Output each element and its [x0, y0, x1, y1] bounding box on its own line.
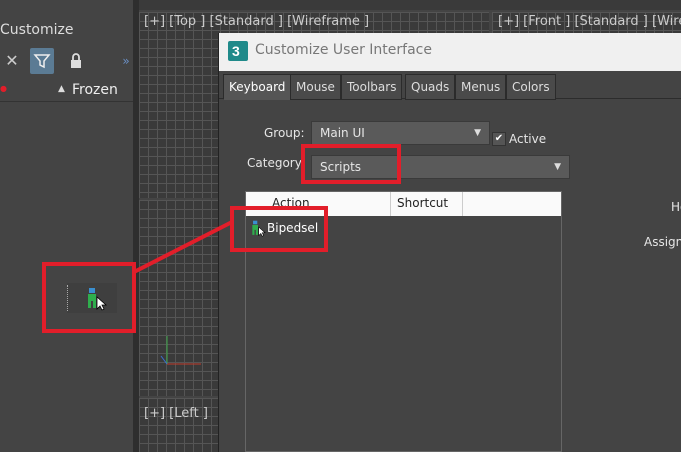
left-viewport-label[interactable]: [+] [Left ]	[144, 406, 208, 421]
panel-toolbar: ✕ »	[0, 48, 137, 76]
chevron-down-icon: ▼	[474, 128, 481, 138]
panel-title: Customize	[0, 22, 74, 38]
button-highlight-box	[42, 262, 136, 333]
sort-arrow-icon[interactable]: ▲	[58, 84, 65, 94]
dialog-title: Customize User Interface	[255, 42, 432, 58]
hotkey-label: Ho	[671, 200, 681, 214]
app-logo-icon: 3	[228, 41, 248, 61]
lock-icon[interactable]	[64, 48, 88, 74]
left-viewport[interactable]: [+] [Left ]	[139, 398, 219, 452]
tab-toolbars[interactable]: Toolbars	[341, 74, 403, 100]
scene-explorer-panel: Customize ✕ » ● ▲ Frozen	[0, 0, 137, 452]
category-label: Category	[247, 156, 302, 170]
tab-mouse[interactable]: Mouse	[290, 74, 341, 100]
column-divider	[462, 192, 463, 216]
group-value: Main UI	[320, 126, 365, 140]
top-viewport-label[interactable]: [+] [Top ] [Standard ] [Wireframe ]	[144, 14, 369, 29]
svg-text:3: 3	[232, 43, 240, 59]
tab-quads[interactable]: Quads	[405, 74, 456, 100]
front-viewport[interactable]: [+] [Front ] [Standard ] [Wirefr	[492, 12, 681, 34]
front-viewport-label[interactable]: [+] [Front ] [Standard ] [Wirefr	[498, 14, 681, 29]
red-marker-icon: ●	[0, 84, 7, 93]
axis-gizmo-icon	[160, 336, 201, 365]
perspective-viewport[interactable]	[139, 200, 219, 396]
assign-label: Assign	[644, 235, 681, 249]
filter-icon[interactable]	[30, 48, 54, 74]
group-label: Group:	[264, 126, 305, 140]
viewport-top-strip	[139, 0, 681, 10]
list-item-highlight-box	[230, 206, 328, 252]
tab-keyboard[interactable]: Keyboard	[223, 74, 292, 100]
category-highlight-box	[301, 144, 401, 184]
tab-colors[interactable]: Colors	[506, 74, 556, 100]
active-label: Active	[509, 132, 547, 146]
shortcut-column-header[interactable]: Shortcut	[397, 196, 448, 210]
close-icon[interactable]: ✕	[0, 48, 24, 74]
chevron-down-icon: ▼	[554, 162, 561, 172]
active-checkbox[interactable]: ✔	[492, 132, 506, 146]
frozen-column-label[interactable]: Frozen	[72, 82, 118, 98]
dialog-titlebar[interactable]: 3 Customize User Interface	[219, 33, 681, 71]
tab-menus[interactable]: Menus	[455, 74, 507, 100]
column-divider	[390, 192, 391, 216]
group-dropdown[interactable]: Main UI ▼	[311, 121, 490, 145]
tab-bar: Keyboard Mouse Toolbars Quads Menus Colo…	[219, 71, 681, 100]
